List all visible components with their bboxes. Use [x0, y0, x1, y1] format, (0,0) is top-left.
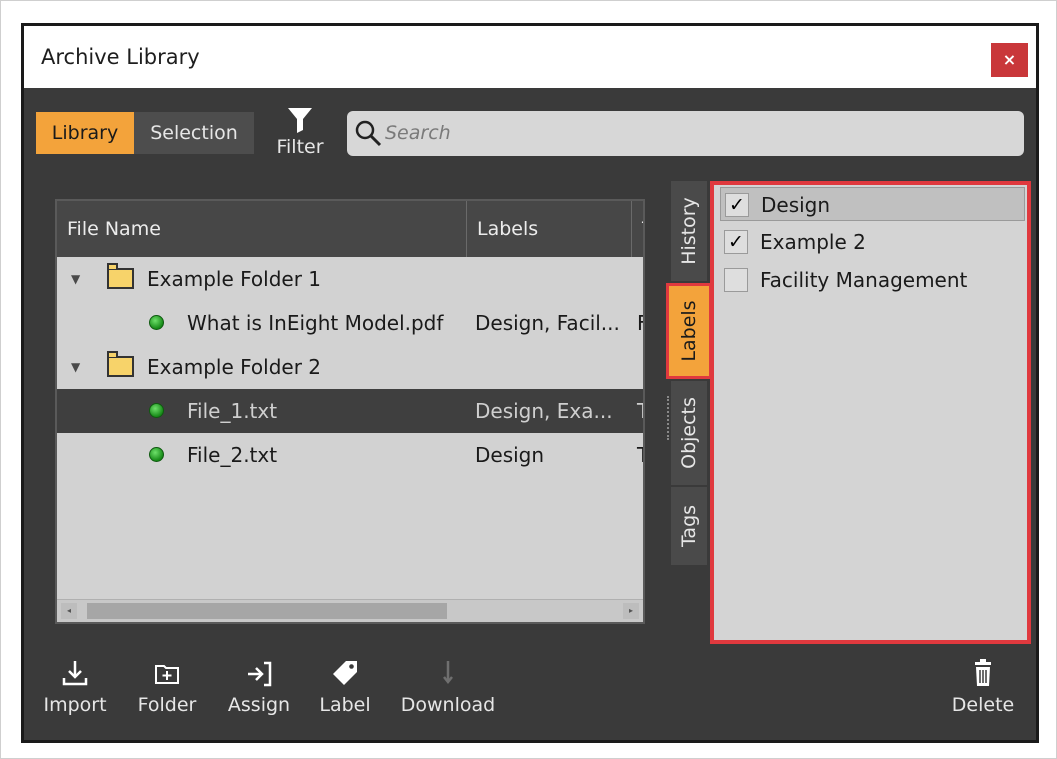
- column-header-file-name[interactable]: File Name: [57, 201, 467, 257]
- folder-button[interactable]: Folder: [132, 658, 202, 716]
- tag-icon: [333, 661, 357, 685]
- label-label: Label: [319, 694, 371, 716]
- checkbox[interactable]: [724, 268, 748, 292]
- tab-history[interactable]: History: [671, 181, 707, 281]
- folder-icon: [107, 351, 134, 377]
- tree-row-folder[interactable]: ▼ Example Folder 1: [57, 257, 643, 301]
- delete-label: Delete: [951, 694, 1015, 716]
- row-name: Example Folder 1: [147, 267, 322, 291]
- search-input[interactable]: [385, 120, 985, 146]
- close-button[interactable]: ×: [991, 43, 1028, 77]
- download-button[interactable]: Download: [394, 658, 502, 716]
- tree-header: File Name Labels T: [57, 201, 643, 257]
- delete-button[interactable]: Delete: [948, 658, 1018, 716]
- row-name: File_2.txt: [187, 443, 278, 467]
- title-bar: Archive Library ×: [24, 26, 1036, 88]
- search-icon: [355, 120, 382, 147]
- tab-labels[interactable]: Labels: [666, 283, 712, 379]
- tab-selection[interactable]: Selection: [134, 112, 254, 154]
- folder-icon: [107, 263, 134, 289]
- label-item-design[interactable]: ✓ Design: [720, 187, 1025, 221]
- tab-objects-label: Objects: [678, 397, 700, 469]
- archive-library-window: Archive Library × Library Selection Filt…: [21, 23, 1039, 743]
- checkbox[interactable]: ✓: [724, 230, 748, 254]
- row-name: What is InEight Model.pdf: [187, 311, 444, 335]
- label-name: Facility Management: [760, 268, 968, 292]
- checkbox[interactable]: ✓: [725, 193, 749, 217]
- row-name: File_1.txt: [187, 399, 278, 423]
- row-labels: Design: [475, 443, 545, 467]
- tab-library[interactable]: Library: [36, 112, 134, 154]
- expand-arrow-icon[interactable]: ▼: [71, 257, 80, 301]
- label-button[interactable]: Label: [314, 658, 376, 716]
- label-name: Design: [761, 193, 831, 217]
- assign-label: Assign: [227, 694, 291, 716]
- assign-icon: [248, 661, 272, 687]
- scrollbar-thumb[interactable]: [87, 603, 447, 619]
- expand-arrow-icon[interactable]: ▼: [71, 345, 80, 389]
- label-item-example-2[interactable]: ✓ Example 2: [720, 225, 1020, 259]
- download-icon: [443, 661, 453, 685]
- row-labels: Design, Facil...: [475, 311, 620, 335]
- filter-button[interactable]: Filter: [272, 104, 328, 158]
- trash-icon: [975, 659, 991, 686]
- import-label: Import: [43, 694, 107, 716]
- search-box[interactable]: [347, 111, 1024, 156]
- labels-panel: ✓ Design ✓ Example 2 Facility Management: [710, 181, 1031, 644]
- label-item-facility-management[interactable]: Facility Management: [720, 263, 1020, 297]
- filter-icon: [288, 108, 312, 133]
- scroll-left-button[interactable]: ◂: [61, 603, 77, 619]
- column-header-truncated[interactable]: T: [632, 201, 643, 257]
- tab-objects[interactable]: Objects: [671, 381, 707, 485]
- window-title: Archive Library: [41, 45, 200, 69]
- tab-labels-label: Labels: [678, 300, 700, 362]
- status-dot-icon: [149, 447, 164, 462]
- label-name: Example 2: [760, 230, 866, 254]
- import-button[interactable]: Import: [40, 658, 110, 716]
- tree-row-file-selected[interactable]: File_1.txt Design, Exa... T: [57, 389, 643, 433]
- tab-tags-label: Tags: [678, 504, 700, 548]
- row-name: Example Folder 2: [147, 355, 322, 379]
- status-dot-icon: [149, 315, 164, 330]
- status-dot-icon: [149, 403, 164, 418]
- tree-row-file[interactable]: What is InEight Model.pdf Design, Facil.…: [57, 301, 643, 345]
- horizontal-scrollbar[interactable]: ◂ ▸: [57, 599, 643, 622]
- column-header-labels[interactable]: Labels: [467, 201, 632, 257]
- assign-button[interactable]: Assign: [224, 658, 294, 716]
- row-extra: F: [637, 301, 643, 345]
- folder-label: Folder: [137, 694, 197, 716]
- filter-label: Filter: [276, 136, 324, 158]
- row-labels: Design, Exa...: [475, 399, 613, 423]
- tab-tags[interactable]: Tags: [671, 487, 707, 565]
- new-folder-icon: [155, 665, 179, 684]
- import-icon: [62, 661, 88, 686]
- tree-row-folder[interactable]: ▼ Example Folder 2: [57, 345, 643, 389]
- file-tree: File Name Labels T ▼ Example Folder 1 Wh…: [55, 199, 645, 624]
- row-extra: T: [637, 433, 643, 477]
- tab-history-label: History: [678, 197, 700, 265]
- row-extra: T: [637, 389, 643, 433]
- scroll-right-button[interactable]: ▸: [623, 603, 639, 619]
- tree-row-file[interactable]: File_2.txt Design T: [57, 433, 643, 477]
- download-label: Download: [400, 694, 496, 716]
